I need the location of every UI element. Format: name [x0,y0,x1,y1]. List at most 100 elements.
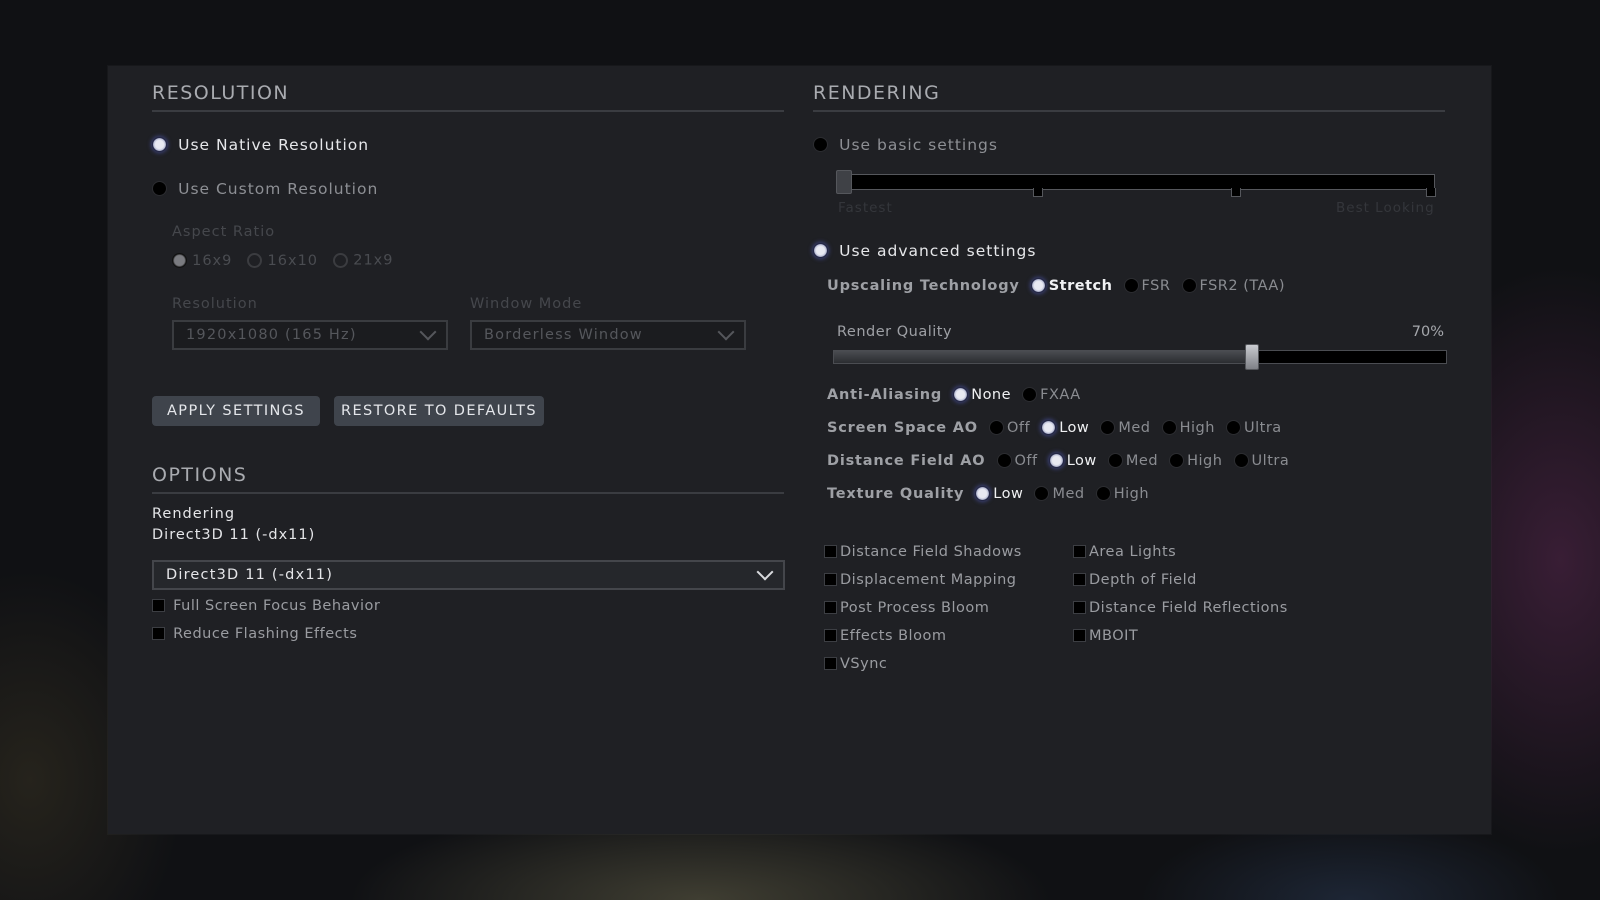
native-resolution-radio[interactable]: Use Native Resolution [152,134,369,154]
dfao-option-low[interactable]: Low [1048,450,1103,469]
custom-resolution-radio[interactable]: Use Custom Resolution [152,178,378,198]
distance-field-shadows-checkbox[interactable]: Distance Field Shadows [824,541,1022,560]
upscaling-option-fsr2[interactable]: FSR2 (TAA) [1181,275,1292,294]
rendering-divider [813,110,1445,112]
checkbox-unchecked-icon [824,573,837,586]
dfao-option-med[interactable]: Med [1107,450,1164,469]
basic-slider-max-label: Best Looking [1336,200,1435,216]
displacement-mapping-checkbox[interactable]: Displacement Mapping [824,569,1017,588]
basic-slider-min-label: Fastest [838,200,893,216]
texture-quality-row: Texture Quality Low Med High [827,483,1155,502]
resolution-section-title: RESOLUTION [152,82,290,104]
aspect-ratio-label: Aspect Ratio [172,224,276,240]
apply-settings-button[interactable]: APPLY SETTINGS [152,396,320,426]
texture-quality-label: Texture Quality [827,485,965,502]
restore-defaults-button[interactable]: RESTORE TO DEFAULTS [334,396,544,426]
option-label: High [1179,419,1215,436]
radio-selected-icon [152,137,167,152]
full-screen-focus-checkbox[interactable]: Full Screen Focus Behavior [152,595,380,614]
radio-unselected-icon [152,181,167,196]
resolution-select[interactable]: 1920x1080 (165 Hz) [172,320,448,350]
radio-unselected-icon [1095,486,1111,501]
radio-unselected-icon [1022,387,1038,402]
option-label: Low [1059,419,1090,436]
checkbox-label: Effects Bloom [840,627,947,644]
option-label: Low [1066,452,1097,469]
radio-unselected-icon [1100,420,1116,435]
advanced-settings-label: Use advanced settings [839,241,1037,260]
ssao-option-high[interactable]: High [1161,417,1221,436]
advanced-settings-radio[interactable]: Use advanced settings [813,240,1036,260]
aspect-16x10-radio[interactable]: 16x10 [247,250,333,269]
dfao-option-off[interactable]: Off [996,450,1044,469]
checkbox-unchecked-icon [1073,573,1086,586]
basic-slider-track [836,174,1435,190]
radio-unselected-icon [1181,278,1197,293]
chevron-down-icon [419,323,437,341]
option-label: Ultra [1244,419,1282,436]
checkbox-unchecked-icon [152,599,165,612]
option-label: FSR2 (TAA) [1199,277,1285,294]
ssao-option-med[interactable]: Med [1100,417,1156,436]
option-label: Ultra [1251,452,1290,469]
distance-field-reflections-checkbox[interactable]: Distance Field Reflections [1073,597,1288,616]
dfao-label: Distance Field AO [827,452,986,469]
ssao-option-off[interactable]: Off [988,417,1036,436]
rendering-api-select[interactable]: Direct3D 11 (-dx11) [152,560,785,590]
resolution-select-label: Resolution [172,296,258,312]
mboit-checkbox[interactable]: MBOIT [1073,625,1138,644]
render-quality-slider[interactable] [833,344,1447,370]
rendering-api-current: Direct3D 11 (-dx11) [152,527,316,543]
depth-of-field-checkbox[interactable]: Depth of Field [1073,569,1197,588]
area-lights-checkbox[interactable]: Area Lights [1073,541,1176,560]
radio-selected-icon [1048,453,1064,468]
reduce-flashing-checkbox[interactable]: Reduce Flashing Effects [152,623,357,642]
checkbox-label: VSync [840,655,888,672]
ssao-option-ultra[interactable]: Ultra [1226,417,1288,436]
aspect-21x9-radio[interactable]: 21x9 [333,250,393,269]
radio-selected-icon [975,486,991,501]
upscaling-option-fsr[interactable]: FSR [1123,275,1177,294]
checkbox-unchecked-icon [1073,629,1086,642]
basic-slider-handle[interactable] [836,170,852,194]
window-mode-select-value: Borderless Window [484,327,643,343]
aspect-16x9-radio[interactable]: 16x9 [172,250,247,269]
option-label: Stretch [1048,277,1113,294]
upscaling-option-stretch[interactable]: Stretch [1030,275,1119,294]
radio-unselected-icon [988,420,1004,435]
basic-settings-radio[interactable]: Use basic settings [813,134,998,154]
radio-unselected-icon [1107,453,1123,468]
window-mode-select[interactable]: Borderless Window [470,320,746,350]
aspect-21x9-label: 21x9 [353,252,394,269]
checkbox-label: Distance Field Reflections [1089,599,1288,616]
checkbox-label: Distance Field Shadows [840,543,1022,560]
checkbox-unchecked-icon [824,629,837,642]
resolution-select-value: 1920x1080 (165 Hz) [186,327,357,343]
post-process-bloom-checkbox[interactable]: Post Process Bloom [824,597,989,616]
slider-tick [1231,188,1241,197]
texture-option-low[interactable]: Low [975,483,1029,502]
upscaling-label: Upscaling Technology [827,277,1020,294]
option-label: FXAA [1040,386,1081,403]
effects-bloom-checkbox[interactable]: Effects Bloom [824,625,946,644]
texture-option-med[interactable]: Med [1034,483,1090,502]
basic-quality-slider[interactable] [836,170,1436,198]
radio-selected-icon [172,253,187,268]
vsync-checkbox[interactable]: VSync [824,653,887,672]
option-label: Med [1118,419,1151,436]
dfao-option-ultra[interactable]: Ultra [1233,450,1296,469]
checkbox-unchecked-icon [824,601,837,614]
dfao-option-high[interactable]: High [1169,450,1228,469]
texture-option-high[interactable]: High [1095,483,1155,502]
radio-unselected-icon [333,253,349,268]
ssao-option-low[interactable]: Low [1041,417,1095,436]
rendering-section-title: RENDERING [813,82,941,104]
render-quality-handle[interactable] [1245,344,1259,370]
window-mode-label: Window Mode [470,296,583,312]
aa-option-fxaa[interactable]: FXAA [1022,384,1087,403]
aa-option-none[interactable]: None [953,384,1017,403]
checkbox-label: MBOIT [1089,627,1139,644]
checkbox-unchecked-icon [152,627,165,640]
radio-unselected-icon [1161,420,1177,435]
option-label: FSR [1141,277,1171,294]
